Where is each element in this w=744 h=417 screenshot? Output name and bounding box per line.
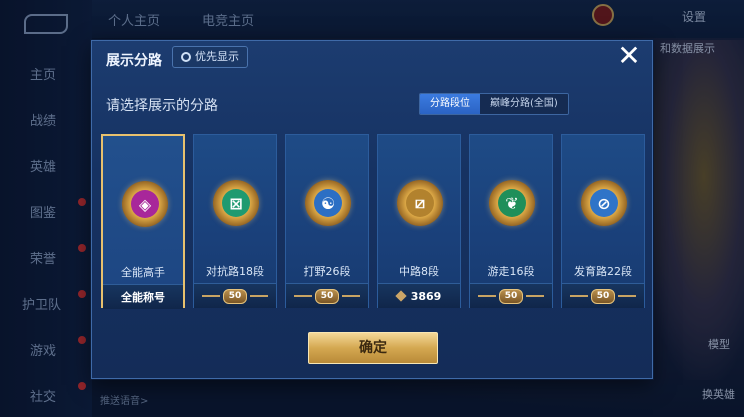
lane-card-name: 对抗路18段 xyxy=(206,265,264,278)
wing-icon xyxy=(201,295,220,297)
rank-type-toggle: 分路段位 巅峰分路(全国) xyxy=(419,93,569,115)
tab-peak-lane[interactable]: 巅峰分路(全国) xyxy=(480,94,568,114)
wing-icon xyxy=(293,295,312,297)
level-badge: 50 xyxy=(314,288,340,304)
lane-card-footer: 全能称号 xyxy=(103,284,183,309)
level-badge: 50 xyxy=(590,288,616,304)
emblem-core: ⊘ xyxy=(590,189,618,217)
lane-card-footer: 50 xyxy=(470,283,552,308)
lane-card-footer: 50 xyxy=(286,283,368,308)
lane-card-name: 游走16段 xyxy=(487,265,535,278)
emblem-core: ⊠ xyxy=(222,189,250,217)
level-badge: 50 xyxy=(222,288,248,304)
lane-card-mid[interactable]: ⧄ 中路8段 3869 xyxy=(377,134,461,308)
wing-icon xyxy=(342,295,361,297)
wing-icon xyxy=(526,295,545,297)
wing-icon xyxy=(477,295,496,297)
emblem-core: ◈ xyxy=(131,190,159,218)
emblem-core: ❦ xyxy=(498,189,526,217)
priority-display-button[interactable]: 优先显示 xyxy=(172,46,248,68)
dialog-title: 展示分路 xyxy=(106,53,162,69)
dialog-subtitle: 请选择展示的分路 xyxy=(106,98,218,114)
wing-icon xyxy=(569,295,588,297)
gear-icon xyxy=(181,52,191,62)
lane-card-name: 发育路22段 xyxy=(574,265,632,278)
peak-score: 3869 xyxy=(410,289,442,303)
lane-card-allround[interactable]: ◈ 全能高手 全能称号 xyxy=(101,134,185,309)
emblem-core: ⧄ xyxy=(406,189,434,217)
jungle-emblem-icon: ☯ xyxy=(305,180,351,226)
lane-card-roam[interactable]: ❦ 游走16段 50 xyxy=(469,134,553,308)
lane-card-farm[interactable]: ⊘ 发育路22段 50 xyxy=(561,134,645,308)
lane-card-footer: 3869 xyxy=(378,283,460,308)
lane-card-name: 中路8段 xyxy=(399,265,439,278)
wing-icon xyxy=(250,295,269,297)
lane-card-jungle[interactable]: ☯ 打野26段 50 xyxy=(285,134,369,308)
lane-card-clash[interactable]: ⊠ 对抗路18段 50 xyxy=(193,134,277,308)
level-badge: 50 xyxy=(498,288,524,304)
mid-lane-emblem-icon: ⧄ xyxy=(397,180,443,226)
close-icon[interactable]: ✕ xyxy=(616,42,642,70)
lane-card-list: ◈ 全能高手 全能称号 ⊠ 对抗路18段 50 ☯ 打野26段 50 ⧄ 中路8… xyxy=(101,134,645,310)
allround-emblem-icon: ◈ xyxy=(122,181,168,227)
lane-card-footer: 50 xyxy=(194,283,276,308)
clash-lane-emblem-icon: ⊠ xyxy=(213,180,259,226)
title-label: 全能称号 xyxy=(121,291,165,304)
lane-card-name: 打野26段 xyxy=(303,265,351,278)
tab-lane-rank[interactable]: 分路段位 xyxy=(420,94,480,114)
lane-card-name: 全能高手 xyxy=(121,266,165,279)
score-icon xyxy=(395,290,407,302)
farm-lane-emblem-icon: ⊘ xyxy=(581,180,627,226)
priority-display-label: 优先显示 xyxy=(195,50,239,63)
wing-icon xyxy=(618,295,637,297)
confirm-button[interactable]: 确定 xyxy=(308,332,438,364)
roam-emblem-icon: ❦ xyxy=(489,180,535,226)
emblem-core: ☯ xyxy=(314,189,342,217)
lane-card-footer: 50 xyxy=(562,283,644,308)
lane-display-dialog: 展示分路 优先显示 ✕ 请选择展示的分路 分路段位 巅峰分路(全国) ◈ 全能高… xyxy=(91,40,653,379)
